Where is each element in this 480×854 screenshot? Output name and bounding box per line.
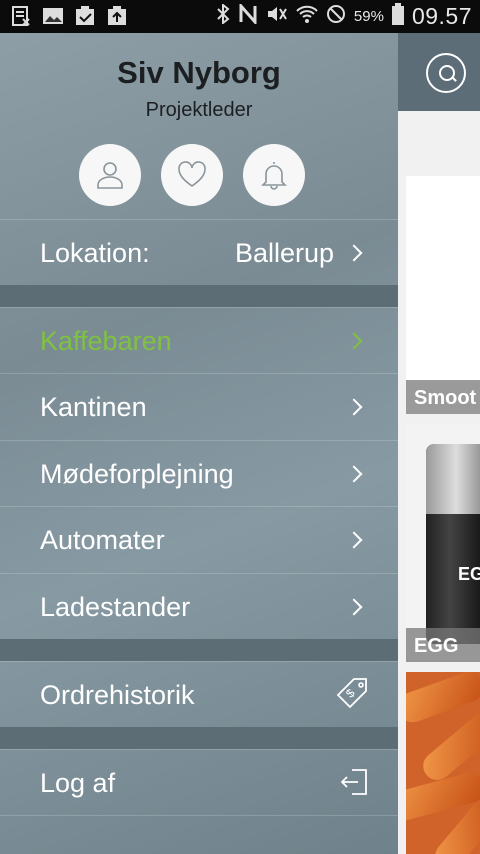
logout-icon (338, 767, 370, 804)
menu-item-kaffebaren[interactable]: Kaffebaren (0, 307, 398, 373)
nfc-icon (238, 2, 258, 29)
location-value: Ballerup (234, 238, 334, 268)
notifications-button[interactable] (243, 144, 305, 206)
notification-icons (10, 5, 128, 27)
profile-name: Siv Nyborg (117, 55, 281, 90)
clock: 09.57 (411, 3, 472, 29)
menu-item-label: Mødeforplejning (40, 459, 234, 489)
menu-item-kantinen[interactable]: Kantinen (0, 373, 398, 440)
jar-cap (426, 444, 480, 514)
row-divider (0, 815, 398, 816)
battery-icon (391, 3, 404, 30)
svg-text:$: $ (343, 686, 358, 701)
battery-percent: 59% (353, 8, 384, 25)
chevron-right-icon (345, 332, 363, 350)
status-bar: 59% 09.57 (0, 0, 480, 33)
product-card-label: Smoot (406, 380, 480, 414)
product-card-image[interactable] (406, 672, 480, 854)
search-icon[interactable] (426, 53, 466, 93)
do-not-disturb-icon (326, 4, 346, 29)
section-divider (0, 285, 398, 307)
app-toolbar (398, 33, 480, 111)
logout-label: Log af (40, 768, 116, 798)
order-history-row[interactable]: Ordrehistorik $ (0, 661, 398, 727)
chevron-right-icon (345, 531, 363, 549)
jar-label-text: EG (458, 564, 480, 584)
carrot-image (406, 672, 480, 727)
upload-icon (106, 5, 128, 27)
menu-item-automater[interactable]: Automater (0, 506, 398, 573)
system-icons: 59% 09.57 (216, 0, 472, 33)
menu-item-label: Kaffebaren (40, 326, 172, 356)
clipboard-check-icon (74, 5, 96, 27)
chevron-right-icon (345, 398, 363, 416)
menu-item-modeforplejning[interactable]: Mødeforplejning (0, 440, 398, 506)
chevron-right-icon (345, 244, 363, 262)
menu-item-label: Kantinen (40, 392, 147, 422)
location-row[interactable]: Lokation: Ballerup (0, 219, 398, 285)
wifi-icon (296, 4, 318, 29)
product-card[interactable]: Smoot (406, 176, 480, 414)
favorites-button[interactable] (161, 144, 223, 206)
location-label: Lokation: (40, 238, 150, 268)
chevron-right-icon (345, 465, 363, 483)
menu-item-label: Automater (40, 525, 165, 555)
navigation-drawer: Siv Nyborg Projektleder Lokation: Baller… (0, 33, 398, 854)
logout-row[interactable]: Log af (0, 749, 398, 815)
menu-item-ladestander[interactable]: Ladestander (0, 573, 398, 639)
order-history-label: Ordrehistorik (40, 680, 195, 710)
menu-item-label: Ladestander (40, 592, 191, 622)
product-card[interactable]: EG EGG (406, 424, 480, 662)
product-card-label: EGG (406, 628, 480, 662)
section-divider (0, 639, 398, 661)
section-divider (0, 727, 398, 749)
profile-role: Projektleder (145, 99, 253, 121)
chevron-right-icon (345, 598, 363, 616)
tag-icon: $ (334, 676, 370, 719)
document-icon (10, 5, 32, 27)
profile-button[interactable] (79, 144, 141, 206)
image-icon (42, 5, 64, 27)
mute-icon (266, 4, 288, 29)
bluetooth-icon (216, 2, 230, 29)
